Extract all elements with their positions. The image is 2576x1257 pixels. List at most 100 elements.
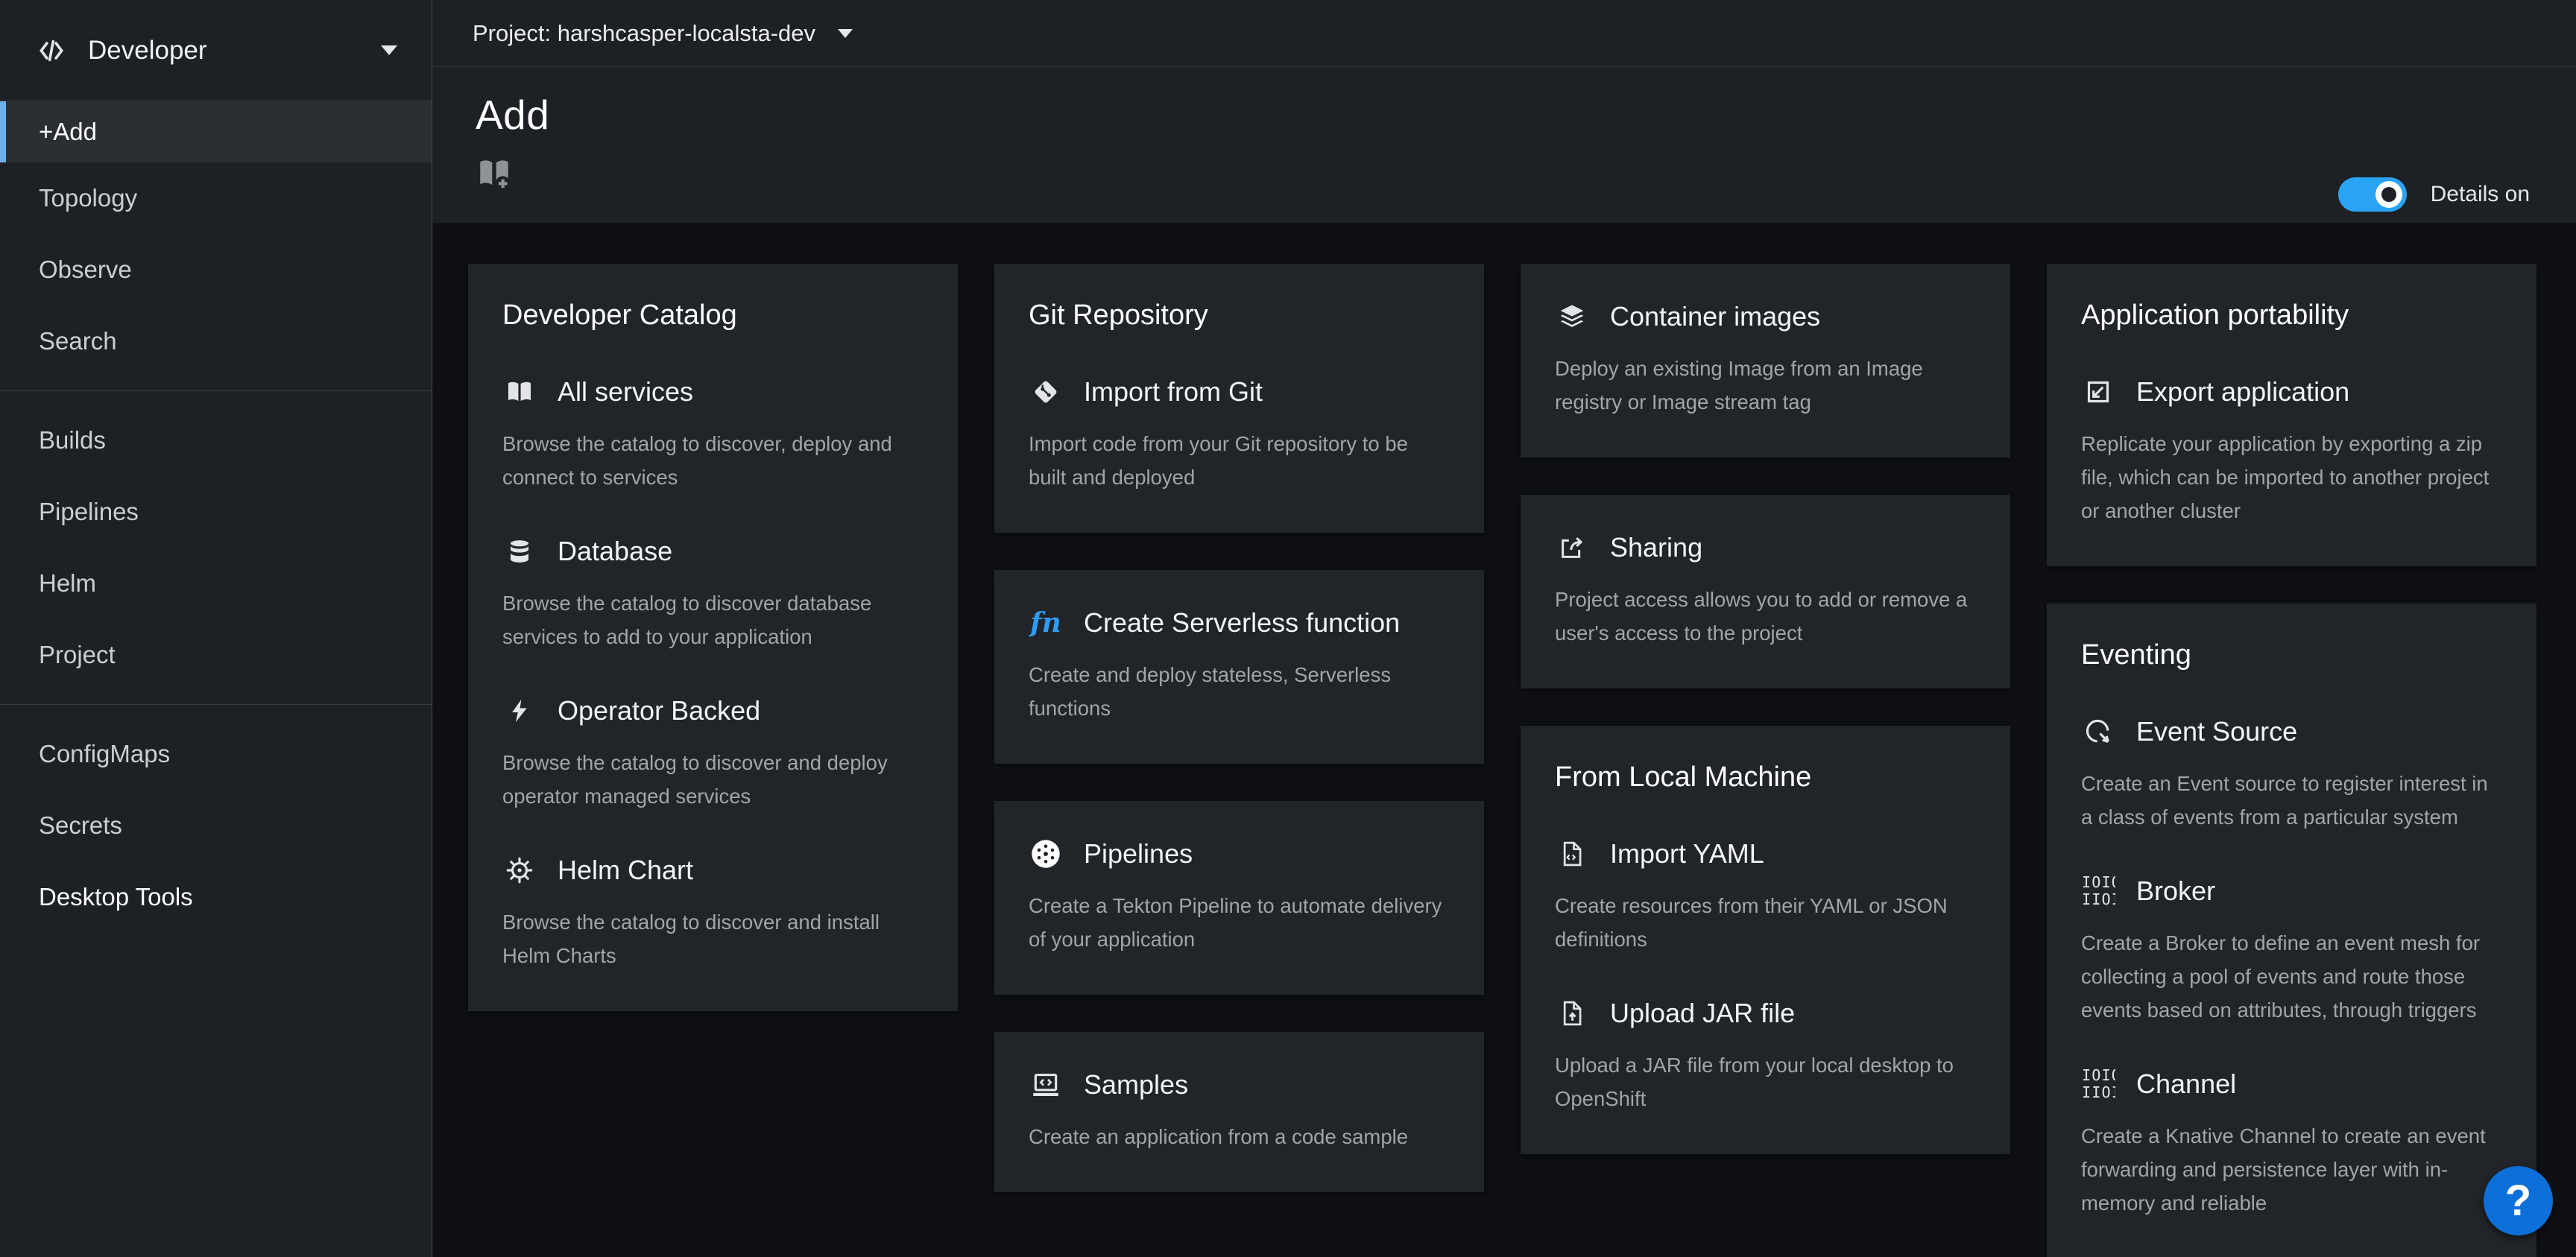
card-column-4: Application portability Export applicatio… <box>2047 264 2536 1257</box>
add-item-link-pipelines[interactable]: Pipelines <box>1029 837 1450 871</box>
card-title: Application portability <box>2081 300 2502 332</box>
card-title: Eventing <box>2081 639 2502 671</box>
add-item-description: Deploy an existing Image from an Image r… <box>1555 352 1976 419</box>
event-source-icon <box>2081 715 2115 749</box>
add-item-link-broker[interactable]: IOIOIIOII Broker <box>2081 874 2502 908</box>
card-samples: Samples Create an application from a code… <box>994 1032 1484 1192</box>
add-item-label: Operator Backed <box>558 695 760 726</box>
book-open-icon <box>502 375 537 409</box>
help-button[interactable]: ? <box>2484 1166 2553 1235</box>
add-item-link-samples[interactable]: Samples <box>1029 1068 1450 1102</box>
add-item-export-application: Export applicationReplicate your applica… <box>2081 375 2502 528</box>
add-item-label: Database <box>558 536 672 567</box>
add-item-link-import-yaml[interactable]: Import YAML <box>1555 837 1976 871</box>
card-sharing: Sharing Project access allows you to add … <box>1521 495 2010 688</box>
sidebar-nav: +AddTopologyObserveSearch BuildsPipelines… <box>0 101 432 933</box>
page-title: Add <box>476 91 2531 139</box>
samples-icon <box>1029 1068 1063 1102</box>
add-item-label: Import from Git <box>1084 376 1263 408</box>
card-column-1: Developer CatalogAll servicesBrowse the … <box>468 264 958 1011</box>
add-item-link-container-images[interactable]: Container images <box>1555 300 1976 334</box>
add-item-link-sharing[interactable]: Sharing <box>1555 531 1976 565</box>
add-item-label: Helm Chart <box>558 855 693 886</box>
sidebar-item-topology[interactable]: Topology <box>0 162 432 234</box>
add-item-all-services: All servicesBrowse the catalog to discov… <box>502 375 924 494</box>
add-item-import-from-git: Import from Git Import code from your Git… <box>1029 375 1450 494</box>
add-item-link-export-application[interactable]: Export application <box>2081 375 2502 409</box>
pipelines-icon <box>1029 837 1063 871</box>
add-item-link-import-from-git[interactable]: Import from Git <box>1029 375 1450 409</box>
broker-icon: IOIOIIOII <box>2081 874 2115 908</box>
add-item-pipelines: PipelinesCreate a Tekton Pipeline to aut… <box>1029 837 1450 956</box>
card-container-images: Container images Deploy an existing Image… <box>1521 264 2010 457</box>
sidebar-item-desktop-tools[interactable]: Desktop Tools <box>0 861 432 933</box>
add-item-description: Project access allows you to add or remo… <box>1555 583 1976 650</box>
add-item-label: Broker <box>2136 876 2215 907</box>
add-item-create-serverless-function: fnCreate Serverless function Create and d… <box>1029 606 1450 725</box>
add-item-link-create-serverless-function[interactable]: fnCreate Serverless function <box>1029 606 1450 640</box>
sidebar: Developer +AddTopologyObserveSearch Build… <box>0 0 432 1257</box>
chevron-down-icon <box>838 29 853 38</box>
add-item-event-source: Event Source Create an Event source to re… <box>2081 715 2502 834</box>
svg-text:IIOII: IIOII <box>2082 890 2115 908</box>
add-item-import-yaml: Import YAMLCreate resources from their Y… <box>1555 837 1976 956</box>
add-item-link-event-source[interactable]: Event Source <box>2081 715 2502 749</box>
details-switch[interactable] <box>2338 177 2407 212</box>
sidebar-item-builds[interactable]: Builds <box>0 405 432 476</box>
add-item-description: Upload a JAR file from your local deskto… <box>1555 1048 1976 1115</box>
book-plus-icon[interactable] <box>476 155 513 192</box>
details-toggle-label: Details on <box>2431 182 2530 207</box>
jar-file-icon <box>1555 996 1589 1030</box>
add-item-label: Pipelines <box>1084 838 1193 870</box>
add-item-description: Create an Event source to register inter… <box>2081 767 2502 834</box>
main-area: Project: harshcasper-localsta-dev Add De… <box>432 0 2576 1257</box>
app-window: Developer +AddTopologyObserveSearch Build… <box>0 0 2576 1257</box>
sidebar-item-add[interactable]: +Add <box>0 101 432 162</box>
details-toggle-row: Details on <box>2338 177 2530 212</box>
add-item-description: Create an application from a code sample <box>1029 1120 1450 1153</box>
add-item-operator-backed: Operator BackedBrowse the catalog to dis… <box>502 694 924 813</box>
card-columns: Developer CatalogAll servicesBrowse the … <box>468 264 2541 1257</box>
add-item-label: Create Serverless function <box>1084 607 1400 639</box>
add-item-link-operator-backed[interactable]: Operator Backed <box>502 694 924 728</box>
add-item-link-database[interactable]: Database <box>502 534 924 569</box>
share-icon <box>1555 531 1589 565</box>
sidebar-item-observe[interactable]: Observe <box>0 234 432 305</box>
add-item-helm-chart: Helm Chart Browse the catalog to discover… <box>502 853 924 972</box>
add-item-description: Browse the catalog to discover and insta… <box>502 905 924 972</box>
sidebar-item-helm[interactable]: Helm <box>0 548 432 619</box>
svg-text:IOIO: IOIO <box>2082 874 2115 891</box>
add-item-link-upload-jar-file[interactable]: Upload JAR file <box>1555 996 1976 1030</box>
card-create-serverless-function: fnCreate Serverless function Create and d… <box>994 570 1484 764</box>
add-item-channel: IOIOIIOIIChannel Create a Knative Channel… <box>2081 1067 2502 1220</box>
sidebar-item-secrets[interactable]: Secrets <box>0 790 432 861</box>
project-selector[interactable]: Project: harshcasper-localsta-dev <box>473 20 853 47</box>
add-item-description: Browse the catalog to discover database … <box>502 586 924 653</box>
sidebar-item-project[interactable]: Project <box>0 619 432 691</box>
add-item-description: Import code from your Git repository to … <box>1029 427 1450 494</box>
add-item-link-all-services[interactable]: All services <box>502 375 924 409</box>
page-header: Add Details on <box>432 67 2576 223</box>
yaml-file-icon <box>1555 837 1589 871</box>
chevron-down-icon <box>381 45 397 55</box>
add-item-label: Import YAML <box>1610 838 1764 870</box>
add-item-label: All services <box>558 376 693 408</box>
card-column-3: Container images Deploy an existing Image… <box>1521 264 2010 1154</box>
helm-icon <box>502 853 537 887</box>
card-pipelines: PipelinesCreate a Tekton Pipeline to aut… <box>994 801 1484 995</box>
code-icon <box>34 34 69 68</box>
add-item-description: Create a Knative Channel to create an ev… <box>2081 1119 2502 1220</box>
add-item-link-helm-chart[interactable]: Helm Chart <box>502 853 924 887</box>
add-item-label: Samples <box>1084 1069 1188 1101</box>
card-title: Developer Catalog <box>502 300 924 332</box>
sidebar-item-search[interactable]: Search <box>0 305 432 377</box>
git-icon <box>1029 375 1063 409</box>
sidebar-divider <box>0 704 432 705</box>
add-item-container-images: Container images Deploy an existing Image… <box>1555 300 1976 419</box>
sidebar-item-configmaps[interactable]: ConfigMaps <box>0 718 432 790</box>
add-item-description: Create and deploy stateless, Serverless … <box>1029 658 1450 725</box>
add-item-link-channel[interactable]: IOIOIIOIIChannel <box>2081 1067 2502 1101</box>
sidebar-item-pipelines[interactable]: Pipelines <box>0 476 432 548</box>
perspective-switcher[interactable]: Developer <box>0 0 432 101</box>
layers-icon <box>1555 300 1589 334</box>
